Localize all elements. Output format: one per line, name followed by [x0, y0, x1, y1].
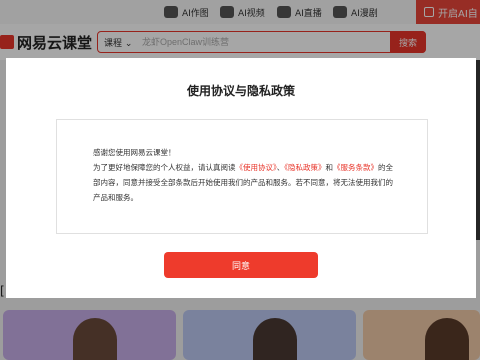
service-terms-link[interactable]: 《服务条款》 — [333, 163, 378, 172]
terms-text-box: 感谢您使用网易云课堂！ 为了更好地保障您的个人权益，请认真阅读《使用协议》、《隐… — [56, 119, 428, 234]
terms-of-use-link[interactable]: 《使用协议》 — [236, 163, 277, 172]
consent-dialog: 使用协议与隐私政策 感谢您使用网易云课堂！ 为了更好地保障您的个人权益，请认真阅… — [6, 58, 476, 298]
agree-button[interactable]: 同意 — [164, 252, 318, 278]
terms-body-part1: 为了更好地保障您的个人权益，请认真阅读 — [93, 163, 236, 172]
separator-2: 和 — [325, 163, 334, 172]
greeting-text: 感谢您使用网易云课堂！ — [93, 148, 176, 157]
terms-paragraph: 为了更好地保障您的个人权益，请认真阅读《使用协议》、《隐私政策》和《服务条款》的… — [93, 160, 393, 205]
privacy-policy-link[interactable]: 《隐私政策》 — [284, 163, 325, 172]
dialog-title: 使用协议与隐私政策 — [186, 84, 295, 98]
